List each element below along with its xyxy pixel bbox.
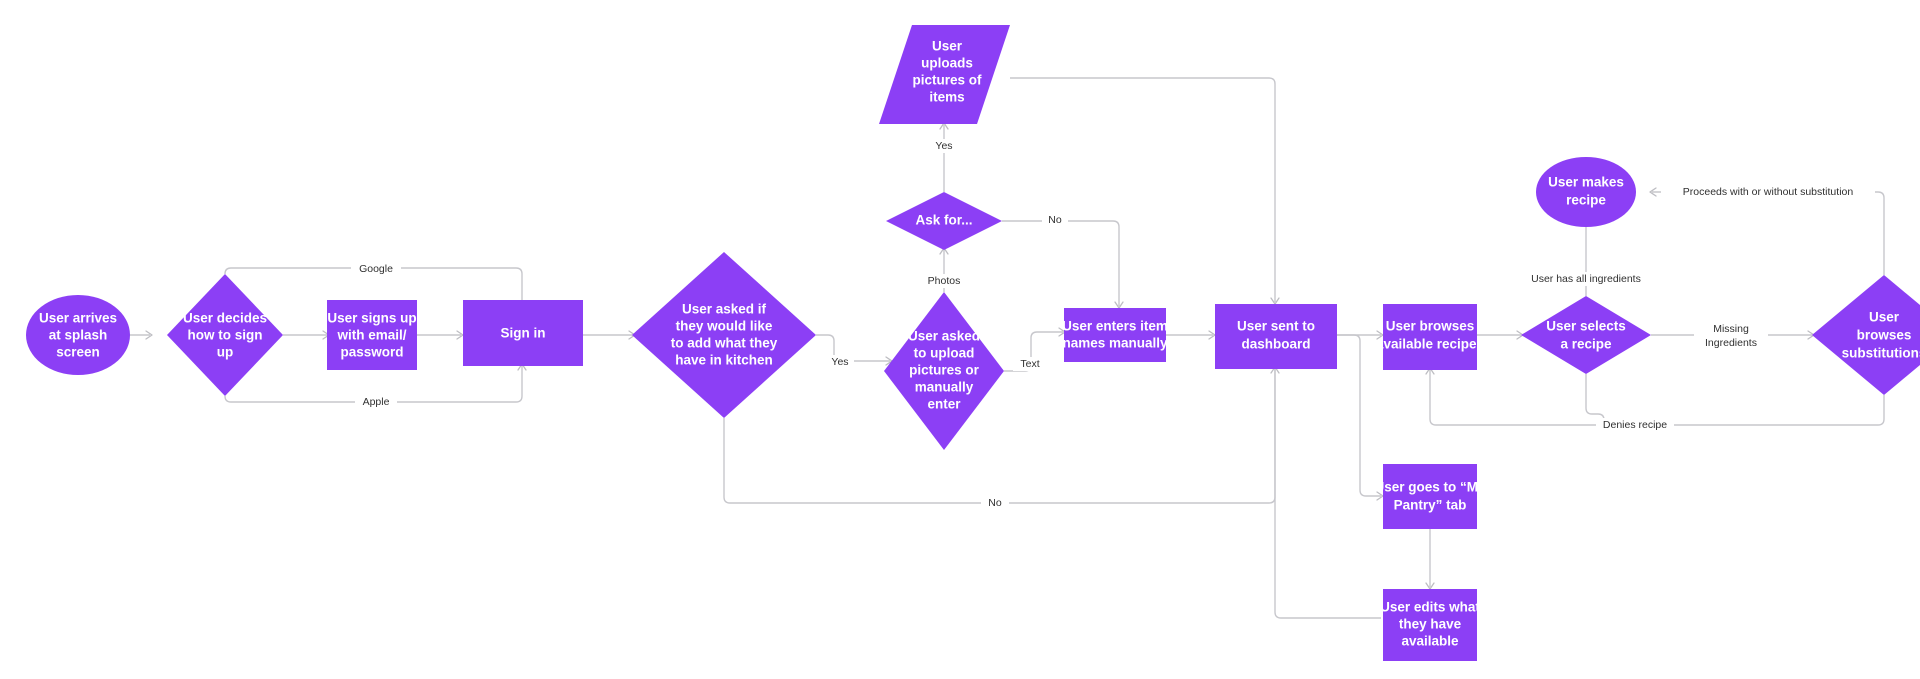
node-shape-ellipse xyxy=(26,295,130,375)
node-user-asked-if-add-kitchen-items[interactable]: User asked if they would like to add wha… xyxy=(632,252,816,418)
node-user-edits-what-they-have-available[interactable]: User edits what they have available xyxy=(1380,589,1480,661)
edge-uploads-to-dashboard xyxy=(1010,77,1276,302)
node-ask-for[interactable]: Ask for... xyxy=(886,192,1002,250)
node-user-browses-substitutions[interactable]: User browses substitutions xyxy=(1812,275,1920,395)
node-shape-ellipse xyxy=(1536,157,1636,227)
edge-edits-back-to-dashboard xyxy=(1274,369,1381,619)
edge-label-apple: Apple xyxy=(363,396,390,408)
node-user-asked-upload-or-manual[interactable]: User asked to upload pictures or manuall… xyxy=(884,292,1004,450)
node-shape-diamond xyxy=(1812,275,1920,395)
flowchart-canvas: Google Apple Yes No Photos Text Yes No U… xyxy=(0,0,1920,679)
node-user-arrives-at-splash-screen[interactable]: User arrives at splash screen xyxy=(26,295,130,375)
edge-label-google: Google xyxy=(359,263,393,275)
flowchart-svg: Google Apple Yes No Photos Text Yes No U… xyxy=(26,25,1920,661)
node-user-selects-a-recipe[interactable]: User selects a recipe xyxy=(1521,296,1651,374)
node-user-sent-to-dashboard[interactable]: User sent to dashboard xyxy=(1215,304,1337,369)
node-sign-in[interactable]: Sign in xyxy=(463,300,583,366)
edge-label-photos: Photos xyxy=(928,275,961,287)
node-shape-parallelogram xyxy=(879,25,1010,124)
node-user-uploads-pictures-of-items[interactable]: User uploads pictures of items xyxy=(879,25,1010,124)
node-shape-diamond xyxy=(1521,296,1651,374)
edge-select-denies-stub xyxy=(1585,374,1605,425)
node-user-signs-up-with-email-password[interactable]: User signs up with email/ password xyxy=(327,300,417,370)
node-shape-diamond xyxy=(884,292,1004,450)
node-shape-diamond xyxy=(167,274,283,396)
node-shape-diamond xyxy=(632,252,816,418)
node-user-makes-recipe[interactable]: User makes recipe xyxy=(1536,157,1636,227)
edge-label-ingredients: Ingredients xyxy=(1705,337,1757,349)
node-user-goes-to-my-pantry-tab[interactable]: User goes to “My Pantry” tab xyxy=(1374,464,1486,529)
edge-label-proceeds-substitution: Proceeds with or without substitution xyxy=(1683,186,1854,198)
edge-label-has-all-ingredients: User has all ingredients xyxy=(1531,273,1641,285)
node-shape-rect xyxy=(463,300,583,366)
node-shape-rect xyxy=(1064,308,1166,362)
edge-label-yes-photos: Yes xyxy=(935,140,952,152)
node-shape-rect xyxy=(1383,589,1477,661)
node-shape-rect xyxy=(1383,304,1477,370)
node-shape-rect xyxy=(1215,304,1337,369)
node-user-decides-how-to-sign-up[interactable]: User decides how to sign up xyxy=(167,274,283,396)
edge-label-text: Text xyxy=(1020,358,1039,370)
edge-label-yes-add-kitchen: Yes xyxy=(831,356,848,368)
edge-proceeds-to-makes-recipe xyxy=(1652,191,1885,275)
edge-denies-to-browse xyxy=(1429,370,1885,426)
edge-no-to-manual-entry xyxy=(1002,220,1120,306)
edge-label-missing: Missing xyxy=(1713,323,1749,335)
edge-label-denies-recipe: Denies recipe xyxy=(1603,419,1667,431)
edge-label-no-add-kitchen: No xyxy=(988,497,1002,509)
edge-dashboard-to-pantry xyxy=(1337,334,1381,497)
node-shape-diamond xyxy=(886,192,1002,250)
node-shape-rect xyxy=(1383,464,1477,529)
node-user-enters-item-names-manually[interactable]: User enters item names manually xyxy=(1062,308,1168,362)
node-user-browses-available-recipes[interactable]: User browses available recipes xyxy=(1376,304,1484,370)
edge-label-no-ask-for: No xyxy=(1048,214,1062,226)
edge-no-to-dashboard xyxy=(723,369,1276,504)
node-shape-rect xyxy=(327,300,417,370)
